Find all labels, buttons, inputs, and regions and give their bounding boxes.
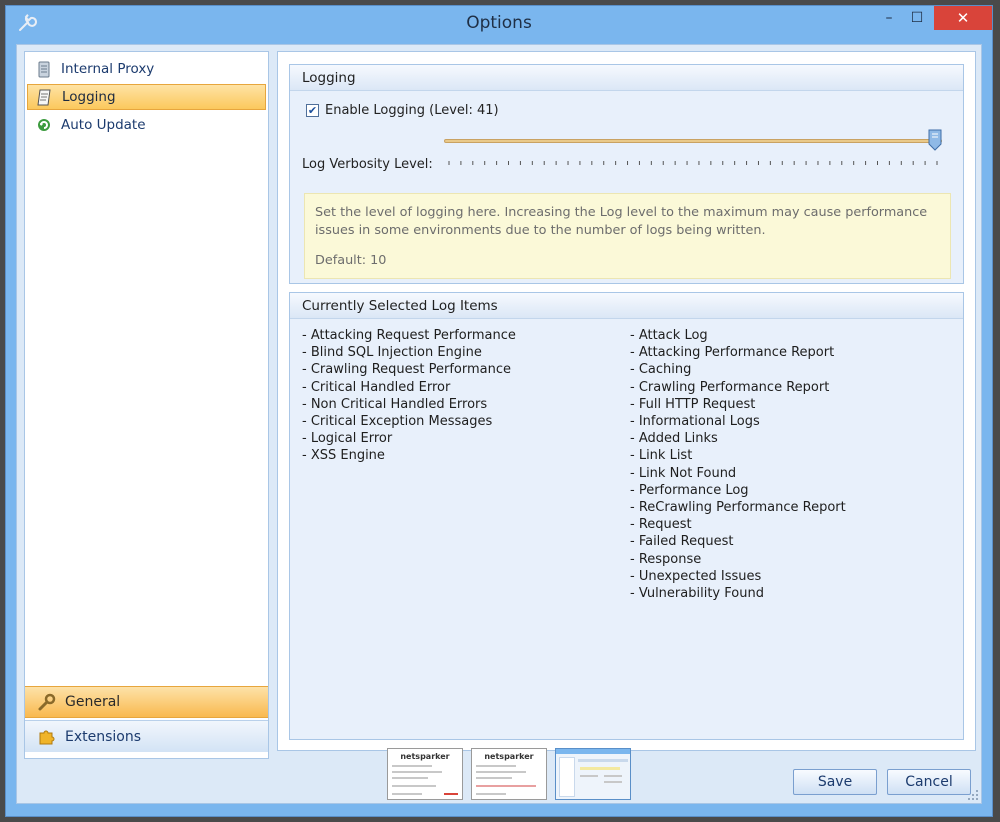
log-item: - Attacking Performance Report [630,345,835,361]
info-text: Set the level of logging here. Increasin… [315,205,928,238]
log-item: - Crawling Performance Report [630,379,830,395]
log-item: - Attack Log [630,328,708,343]
log-items-right: - Attack Log - Attacking Performance Repo… [630,327,846,602]
logging-group: Logging ✔ Enable Logging (Level: 41) Log… [289,64,964,284]
log-item: - Failed Request [630,534,734,550]
nav-item-label: Auto Update [61,117,146,133]
log-item: - Link List [630,448,693,464]
nav-section-general[interactable]: General [25,686,268,718]
theme-thumbnail-selected[interactable] [555,748,631,800]
save-button[interactable]: Save [793,769,877,795]
log-item: - Request [630,517,692,533]
nav-item-logging[interactable]: Logging [27,84,266,110]
enable-logging-checkbox[interactable]: ✔ Enable Logging (Level: 41) [306,103,499,118]
log-item: - Informational Logs [630,414,760,430]
options-window: Options – ☐ ✕ Internal Proxy Logging Aut… [5,5,993,817]
nav-item-label: Logging [62,89,116,105]
maximize-button[interactable]: ☐ [904,6,930,30]
theme-thumbnails: netsparker netsparker [387,748,631,800]
thumbnail-brand: netsparker [400,752,450,761]
log-items-group: Currently Selected Log Items - Attacking… [289,292,964,740]
log-item: - Performance Log [630,482,749,498]
log-item: - Added Links [630,431,718,447]
group-title: Logging [290,65,963,91]
log-item: - Full HTTP Request [630,396,756,412]
nav-item-label: Internal Proxy [61,61,155,77]
log-item: - Unexpected Issues [630,568,762,584]
nav-section-label: General [65,694,121,710]
options-nav: Internal Proxy Logging Auto Update Gener… [24,51,269,759]
logging-info-box: Set the level of logging here. Increasin… [304,193,951,279]
info-default: Default: 10 [315,253,387,268]
checkbox-label: Enable Logging (Level: 41) [325,103,499,118]
close-button[interactable]: ✕ [934,6,992,30]
nav-section-label: Extensions [65,728,142,745]
log-item: - Response [630,551,702,567]
log-item: - ReCrawling Performance Report [630,500,846,516]
log-item: - Attacking Request Performance [302,328,516,343]
dialog-client: Internal Proxy Logging Auto Update Gener… [16,44,982,804]
puzzle-icon [37,727,57,747]
log-page-icon [36,88,54,106]
log-item: - Caching [630,362,692,378]
log-item: - Critical Exception Messages [302,414,493,430]
verbosity-label: Log Verbosity Level: [302,157,433,172]
nav-item-auto-update[interactable]: Auto Update [27,112,266,138]
thumbnail-brand: netsparker [484,752,534,761]
check-icon[interactable]: ✔ [306,104,319,117]
verbosity-slider-thumb[interactable] [928,129,942,151]
resize-grip-icon[interactable] [967,789,979,801]
window-title: Options [466,13,532,33]
log-items-left: - Attacking Request Performance - Blind S… [302,327,516,465]
log-item: - Non Critical Handled Errors [302,396,488,412]
wrench-icon [37,692,57,712]
update-icon [35,116,53,134]
verbosity-ticks [448,161,938,165]
minimize-button[interactable]: – [876,6,902,30]
verbosity-slider-track[interactable] [444,139,942,143]
theme-thumbnail[interactable]: netsparker [471,748,547,800]
options-content: Logging ✔ Enable Logging (Level: 41) Log… [277,51,976,751]
log-item: - Vulnerability Found [630,586,764,602]
log-item: - Blind SQL Injection Engine [302,345,482,361]
theme-thumbnail[interactable]: netsparker [387,748,463,800]
nav-section-extensions[interactable]: Extensions [25,720,268,752]
group-title: Currently Selected Log Items [290,293,963,319]
cancel-button[interactable]: Cancel [887,769,971,795]
nav-item-internal-proxy[interactable]: Internal Proxy [27,56,266,82]
log-item: - Logical Error [302,431,393,447]
log-item: - XSS Engine [302,448,385,464]
log-item: - Critical Handled Error [302,379,451,395]
server-icon [35,60,53,78]
title-bar[interactable]: Options – ☐ ✕ [6,6,992,42]
log-item: - Link Not Found [630,465,737,481]
log-item: - Crawling Request Performance [302,362,512,378]
